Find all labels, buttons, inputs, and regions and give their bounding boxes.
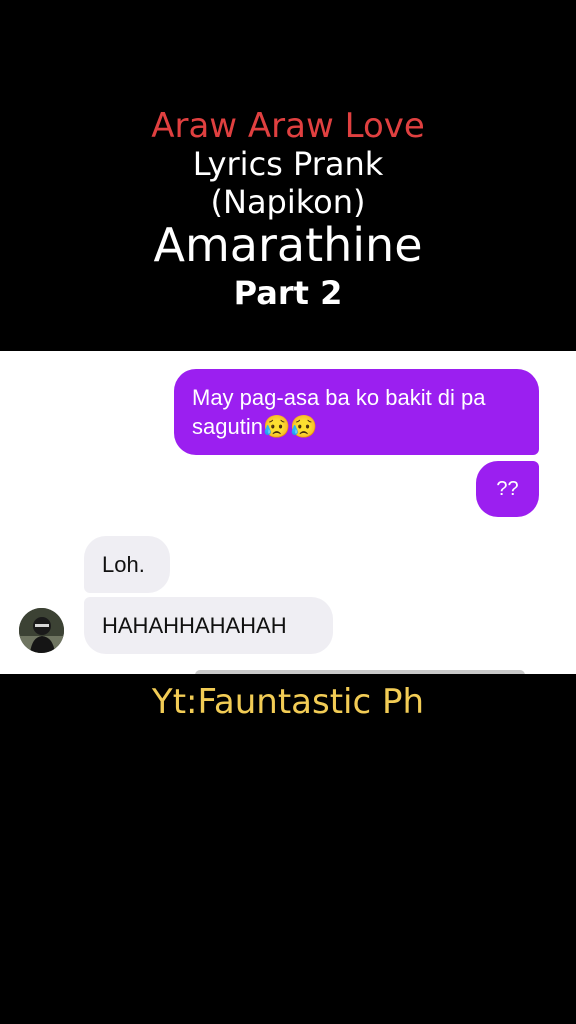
title-subtitle: Lyrics Prank bbox=[192, 145, 384, 183]
title-part: Part 2 bbox=[233, 274, 343, 312]
title-note: (Napikon) bbox=[210, 183, 366, 221]
avatar-icon[interactable] bbox=[19, 608, 64, 653]
sent-message[interactable]: ?? bbox=[476, 461, 539, 517]
received-message[interactable]: HAHAHHAHAHAH bbox=[84, 597, 333, 654]
title-artist: Amarathine bbox=[153, 218, 423, 272]
received-message[interactable]: Loh. bbox=[84, 536, 170, 593]
sent-message[interactable]: May pag-asa ba ko bakit di pa sagutin😥😥 bbox=[174, 369, 539, 455]
next-message-edge bbox=[195, 670, 525, 674]
title-song: Araw Araw Love bbox=[151, 106, 425, 146]
chat-screenshot: May pag-asa ba ko bakit di pa sagutin😥😥 … bbox=[0, 351, 576, 674]
avatar-photo bbox=[19, 608, 64, 653]
channel-credit: Yt:Fauntastic Ph bbox=[151, 682, 425, 722]
title-overlay: Araw Araw Love Lyrics Prank (Napikon) Am… bbox=[0, 0, 576, 350]
